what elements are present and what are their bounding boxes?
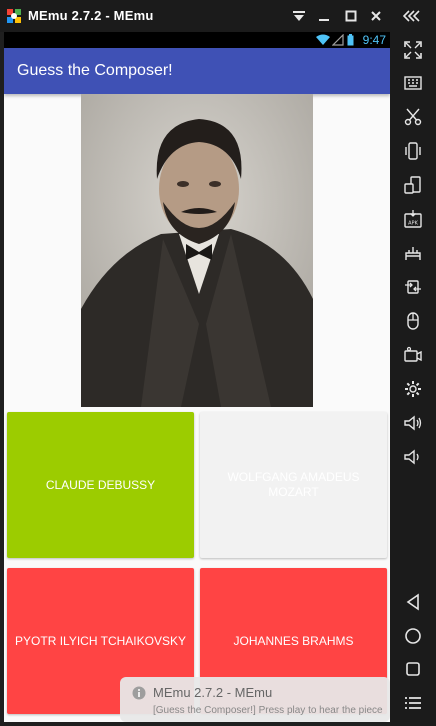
minimize-button[interactable]: [314, 6, 334, 26]
sync-icon: [405, 280, 421, 294]
answer-button-mozart[interactable]: WOLFGANG AMADEUS MOZART: [200, 412, 387, 558]
emulator-title-bar: MEmu 2.7.2 - MEmu: [0, 0, 436, 32]
menu-down-icon: [293, 11, 305, 21]
window-title: MEmu 2.7.2 - MEmu: [28, 8, 154, 23]
volume-down-button[interactable]: [390, 442, 436, 472]
home-icon: [405, 628, 421, 644]
collapse-toolbar-button[interactable]: [400, 6, 424, 26]
maximize-icon: [345, 10, 357, 22]
close-icon: [371, 11, 381, 21]
recents-icon: [406, 662, 420, 676]
dropdown-menu-button[interactable]: [289, 6, 309, 26]
network-button[interactable]: [390, 238, 436, 268]
video-icon: [404, 346, 422, 362]
mouse-button[interactable]: [390, 306, 436, 336]
android-back-button[interactable]: [390, 587, 436, 617]
answer-label: PYOTR ILYICH TCHAIKOVSKY: [15, 633, 186, 648]
answer-label: CLAUDE DEBUSSY: [45, 477, 156, 492]
keyboard-icon: [404, 76, 422, 90]
settings-button[interactable]: [390, 374, 436, 404]
screenshot-button[interactable]: [390, 102, 436, 132]
shake-button[interactable]: [390, 136, 436, 166]
keyboard-button[interactable]: [390, 68, 436, 98]
fullscreen-icon: [404, 41, 422, 59]
volume-up-button[interactable]: [390, 408, 436, 438]
status-clock: 9:47: [362, 33, 386, 47]
toast-message: [Guess the Composer!] Press play to hear…: [153, 705, 383, 716]
install-apk-button[interactable]: APK: [390, 204, 436, 234]
network-icon: [405, 247, 421, 260]
fullscreen-button[interactable]: [390, 35, 436, 65]
android-recents-button[interactable]: [390, 654, 436, 684]
answer-label: JOHANNES BRAHMS: [233, 633, 354, 648]
rotate-button[interactable]: [390, 170, 436, 200]
settings-icon: [405, 381, 421, 397]
maximize-button[interactable]: [341, 6, 361, 26]
notification-toast[interactable]: MEmu 2.7.2 - MEmu [Guess the Composer!] …: [120, 677, 390, 722]
shake-icon: [405, 142, 421, 160]
composer-portrait: [81, 94, 313, 407]
memu-logo-icon: [7, 9, 21, 23]
svg-text:APK: APK: [408, 221, 418, 227]
mouse-icon: [407, 312, 419, 330]
signal-icon: [332, 34, 344, 46]
answer-button-debussy[interactable]: CLAUDE DEBUSSY: [7, 412, 194, 558]
record-video-button[interactable]: [390, 340, 436, 370]
emulator-toolbar: APK: [390, 32, 436, 726]
battery-icon: [347, 34, 354, 46]
app-bar: Guess the Composer!: [4, 48, 390, 94]
scissors-icon: [404, 108, 422, 126]
android-home-button[interactable]: [390, 621, 436, 651]
apk-icon: APK: [404, 210, 422, 228]
toast-title: MEmu 2.7.2 - MEmu: [153, 685, 273, 700]
sync-button[interactable]: [390, 272, 436, 302]
info-icon: [132, 686, 146, 700]
wifi-icon: [316, 34, 330, 45]
close-button[interactable]: [366, 6, 386, 26]
rotate-icon: [404, 176, 421, 194]
answer-label: WOLFGANG AMADEUS MOZART: [227, 470, 360, 499]
android-screen: 9:47 Guess the Composer! CLAUDE DEBUSSY …: [4, 32, 390, 722]
collapse-icon: [403, 10, 420, 22]
volume-up-icon: [404, 415, 422, 431]
volume-down-icon: [404, 449, 419, 465]
app-title: Guess the Composer!: [17, 62, 173, 79]
menu-icon: [405, 697, 421, 709]
back-icon: [406, 593, 419, 611]
minimize-icon: [319, 19, 329, 21]
android-status-bar: 9:47: [4, 32, 390, 48]
android-menu-button[interactable]: [390, 688, 436, 718]
